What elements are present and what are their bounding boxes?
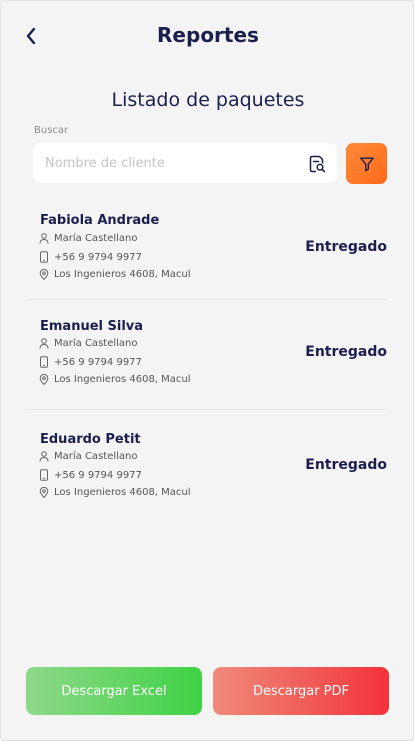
location-pin-icon [39, 487, 49, 498]
divider [26, 299, 387, 300]
page-title: Reportes [157, 23, 259, 47]
address-row: Los Ingenieros 4608, Macul [39, 487, 191, 498]
package-name: Eduardo Petit [40, 432, 141, 447]
contact-row: María Castellano [39, 451, 138, 462]
status-label: Entregado [305, 239, 387, 255]
package-name: Emanuel Silva [40, 319, 144, 334]
search-input[interactable] [45, 143, 295, 183]
phone-number: +56 9 9794 9977 [54, 251, 142, 263]
list-heading: Listado de paquetes [111, 89, 305, 111]
search-label: Buscar [34, 125, 69, 136]
phone-row: +56 9 9794 9977 [39, 469, 142, 481]
user-icon [39, 451, 49, 462]
contact-name: María Castellano [54, 233, 138, 244]
status-label: Entregado [305, 344, 387, 360]
list-item[interactable]: Fabiola Andrade María Castellano +56 9 9… [26, 213, 387, 289]
download-pdf-button[interactable]: Descargar PDF [213, 667, 389, 715]
phone-row: +56 9 9794 9977 [39, 356, 142, 368]
address-row: Los Ingenieros 4608, Macul [39, 374, 191, 385]
phone-icon [40, 251, 48, 263]
phone-number: +56 9 9794 9977 [54, 356, 142, 368]
user-icon [39, 233, 49, 244]
app-screen: Reportes Listado de paquetes Buscar Fabi… [0, 0, 414, 741]
address: Los Ingenieros 4608, Macul [54, 269, 191, 280]
contact-row: María Castellano [39, 233, 138, 244]
phone-row: +56 9 9794 9977 [39, 251, 142, 263]
address-row: Los Ingenieros 4608, Macul [39, 269, 191, 280]
download-excel-button[interactable]: Descargar Excel [26, 667, 202, 715]
address: Los Ingenieros 4608, Macul [54, 374, 191, 385]
search-box [33, 143, 337, 183]
contact-name: María Castellano [54, 338, 138, 349]
location-pin-icon [39, 269, 49, 280]
search-document-icon[interactable] [307, 154, 327, 174]
filter-button[interactable] [346, 143, 387, 184]
divider [26, 409, 387, 410]
list-item[interactable]: Emanuel Silva María Castellano +56 9 979… [26, 319, 387, 395]
phone-number: +56 9 9794 9977 [54, 469, 142, 481]
contact-row: María Castellano [39, 338, 138, 349]
header: Reportes [1, 19, 414, 55]
list-item[interactable]: Eduardo Petit María Castellano +56 9 979… [26, 432, 387, 508]
status-label: Entregado [305, 457, 387, 473]
package-name: Fabiola Andrade [40, 213, 160, 228]
location-pin-icon [39, 374, 49, 385]
phone-icon [40, 469, 48, 481]
address: Los Ingenieros 4608, Macul [54, 487, 191, 498]
contact-name: María Castellano [54, 451, 138, 462]
filter-icon [359, 157, 374, 171]
phone-icon [40, 356, 48, 368]
user-icon [39, 338, 49, 349]
